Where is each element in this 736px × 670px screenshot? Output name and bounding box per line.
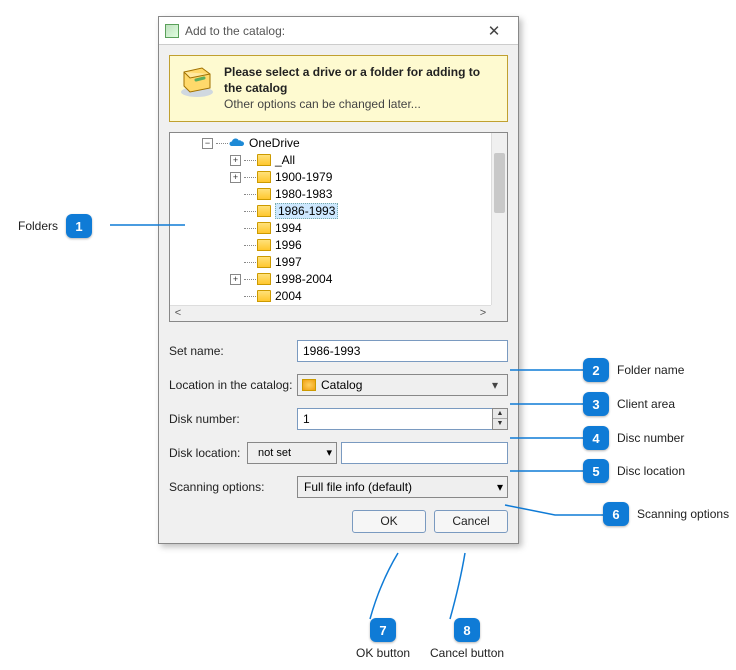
callout-bubble: 2	[583, 358, 609, 382]
callout-bubble: 6	[603, 502, 629, 526]
callout-bubble: 4	[583, 426, 609, 450]
folder-add-icon	[178, 64, 216, 98]
chevron-down-icon[interactable]: ▾	[497, 480, 503, 494]
banner-text: Please select a drive or a folder for ad…	[224, 64, 499, 113]
location-value: Catalog	[321, 378, 487, 392]
folder-tree[interactable]: − OneDrive + _All + 1900	[169, 132, 508, 322]
tree-label: 1996	[275, 238, 302, 252]
tree-node[interactable]: + 1998-2004	[170, 271, 491, 288]
callout-client-area: 3 Client area	[583, 392, 675, 416]
callout-scanning-options: 6 Scanning options	[603, 502, 729, 526]
callout-bubble: 8	[454, 618, 480, 642]
tree-node-root[interactable]: − OneDrive	[170, 135, 491, 152]
folder-icon	[257, 222, 271, 234]
tree-node-selected[interactable]: 1986-1993	[170, 203, 491, 220]
expand-icon[interactable]: +	[230, 172, 241, 183]
callout-label: Disc number	[617, 431, 684, 445]
folder-icon	[257, 188, 271, 200]
callout-disc-number: 4 Disc number	[583, 426, 684, 450]
horizontal-scrollbar[interactable]: < >	[170, 305, 491, 321]
catalog-icon	[302, 379, 316, 391]
cancel-button[interactable]: Cancel	[434, 510, 508, 533]
tree-label: 1986-1993	[275, 203, 338, 219]
disk-number-input[interactable]	[297, 408, 492, 430]
scroll-right-icon[interactable]: >	[477, 307, 489, 319]
callout-label: Folder name	[617, 363, 684, 377]
info-banner: Please select a drive or a folder for ad…	[169, 55, 508, 122]
tree-label: 2004	[275, 289, 302, 303]
folder-icon	[257, 171, 271, 183]
tree-label: 1998-2004	[275, 272, 332, 286]
scanning-label: Scanning options:	[169, 480, 297, 494]
folder-icon	[257, 205, 271, 217]
form: Set name: Location in the catalog: Catal…	[169, 340, 508, 533]
disk-number-label: Disk number:	[169, 412, 297, 426]
tree-label: 1997	[275, 255, 302, 269]
banner-sub: Other options can be changed later...	[224, 96, 499, 112]
callout-label: Scanning options	[637, 507, 729, 521]
scanning-options-value: Full file info (default)	[304, 480, 412, 494]
callout-ok-button: 7 OK button	[356, 618, 410, 660]
chevron-down-icon[interactable]: ▾	[326, 446, 332, 459]
callout-bubble: 7	[370, 618, 396, 642]
banner-heading: Please select a drive or a folder for ad…	[224, 64, 499, 96]
callout-folders: Folders 1	[18, 214, 92, 238]
vertical-scrollbar[interactable]	[491, 133, 507, 305]
location-label: Location in the catalog:	[169, 378, 297, 392]
folder-icon	[257, 256, 271, 268]
set-name-label: Set name:	[169, 344, 297, 358]
dialog-body: Please select a drive or a folder for ad…	[159, 45, 518, 543]
titlebar[interactable]: Add to the catalog: ✕	[159, 17, 518, 45]
callout-label: Client area	[617, 397, 675, 411]
callout-cancel-button: 8 Cancel button	[430, 618, 504, 660]
disk-location-input[interactable]	[341, 442, 508, 464]
app-icon	[165, 24, 179, 38]
scanning-options-combo[interactable]: Full file info (default) ▾	[297, 476, 508, 498]
location-combo[interactable]: Catalog ▾	[297, 374, 508, 396]
callout-folder-name: 2 Folder name	[583, 358, 684, 382]
tree-label: 1980-1983	[275, 187, 332, 201]
disk-number-stepper[interactable]: ▲ ▼	[492, 408, 508, 430]
callout-label: Cancel button	[430, 646, 504, 660]
tree-node[interactable]: + _All	[170, 152, 491, 169]
tree-label: 1994	[275, 221, 302, 235]
disk-location-preset-value: not set	[258, 447, 291, 459]
expand-icon[interactable]: +	[230, 274, 241, 285]
callout-bubble: 5	[583, 459, 609, 483]
callout-label: OK button	[356, 646, 410, 660]
set-name-input[interactable]	[297, 340, 508, 362]
tree-node[interactable]: 1997	[170, 254, 491, 271]
tree-label: 1900-1979	[275, 170, 332, 184]
add-to-catalog-dialog: Add to the catalog: ✕ Please select a dr…	[158, 16, 519, 544]
window-title: Add to the catalog:	[185, 24, 476, 38]
chevron-down-icon[interactable]: ▾	[487, 378, 503, 392]
folder-icon	[257, 290, 271, 302]
scroll-left-icon[interactable]: <	[172, 307, 184, 319]
spinner-up-icon[interactable]: ▲	[493, 409, 507, 420]
tree-label: _All	[275, 153, 295, 167]
folder-icon	[257, 154, 271, 166]
tree-node[interactable]: + 1900-1979	[170, 169, 491, 186]
spinner-down-icon[interactable]: ▼	[493, 419, 507, 429]
close-icon[interactable]: ✕	[476, 17, 512, 44]
tree-node[interactable]: 1996	[170, 237, 491, 254]
callout-label: Disc location	[617, 464, 685, 478]
callout-disc-location: 5 Disc location	[583, 459, 685, 483]
tree-node[interactable]: 1980-1983	[170, 186, 491, 203]
callout-bubble: 3	[583, 392, 609, 416]
folder-icon	[257, 239, 271, 251]
ok-button[interactable]: OK	[352, 510, 426, 533]
callout-bubble: 1	[66, 214, 92, 238]
callout-label: Folders	[18, 219, 58, 233]
disk-location-preset-combo[interactable]: not set ▾	[247, 442, 337, 464]
expand-icon[interactable]: +	[230, 155, 241, 166]
tree-node[interactable]: 1994	[170, 220, 491, 237]
onedrive-icon	[229, 137, 245, 149]
collapse-icon[interactable]: −	[202, 138, 213, 149]
tree-node[interactable]: 2004	[170, 288, 491, 305]
tree-label: OneDrive	[249, 136, 300, 150]
folder-icon	[257, 273, 271, 285]
disk-location-label: Disk location:	[169, 446, 247, 460]
